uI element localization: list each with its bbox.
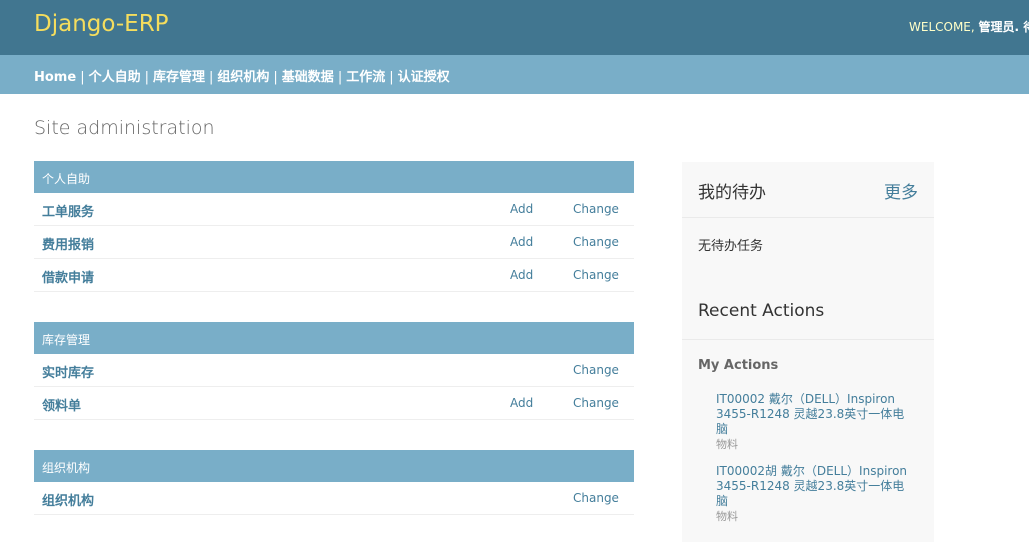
- action-content-type: 物料: [716, 510, 738, 523]
- change-link[interactable]: Change: [573, 363, 619, 377]
- breadcrumb-nav: Home | 个人自助 | 库存管理 | 组织机构 | 基础数据 | 工作流 | 认证授权: [0, 55, 1029, 94]
- page-title: Site administration: [34, 117, 215, 139]
- todo-title: 我的待办: [698, 183, 766, 203]
- action-content-type: 物料: [716, 438, 738, 451]
- nav-basic-data[interactable]: 基础数据: [282, 70, 334, 85]
- add-link[interactable]: Add: [510, 396, 533, 410]
- nav-separator: |: [273, 70, 278, 85]
- nav-organization[interactable]: 组织机构: [217, 70, 269, 85]
- module-organization: 组织机构 组织机构 Change: [34, 450, 634, 515]
- change-link[interactable]: Change: [573, 202, 619, 216]
- list-item: IT00002 戴尔（DELL）Inspiron 3455-R1248 灵越23…: [716, 392, 916, 452]
- todo-header: 我的待办 更多: [682, 162, 934, 218]
- model-link[interactable]: 领料单: [42, 395, 81, 414]
- module-personal: 个人自助 工单服务 Add Change 费用报销 Add Change 借款申…: [34, 161, 634, 292]
- list-item: IT00002胡 戴尔（DELL）Inspiron 3455-R1248 灵越2…: [716, 464, 916, 524]
- add-link[interactable]: Add: [510, 268, 533, 282]
- module-caption[interactable]: 个人自助: [34, 161, 634, 193]
- module-caption[interactable]: 库存管理: [34, 322, 634, 354]
- todo-empty-text: 无待办任务: [698, 239, 764, 254]
- action-link-line[interactable]: 3455-R1248 灵越23.8英寸一体电: [716, 407, 916, 422]
- nav-separator: |: [209, 70, 214, 85]
- recent-actions-title: Recent Actions: [698, 301, 825, 321]
- add-link[interactable]: Add: [510, 202, 533, 216]
- action-link-line[interactable]: IT00002 戴尔（DELL）Inspiron: [716, 392, 916, 407]
- nav-home[interactable]: Home: [34, 70, 76, 85]
- nav-separator: |: [80, 70, 85, 85]
- table-row: 借款申请 Add Change: [34, 259, 634, 292]
- nav-workflow[interactable]: 工作流: [346, 70, 385, 85]
- welcome-text: WELCOME,: [909, 20, 975, 34]
- nav-separator: |: [144, 70, 149, 85]
- module-inventory: 库存管理 实时库存 Change 领料单 Add Change: [34, 322, 634, 420]
- module-caption[interactable]: 组织机构: [34, 450, 634, 482]
- table-row: 费用报销 Add Change: [34, 226, 634, 259]
- nav-separator: |: [389, 70, 394, 85]
- user-tools: WELCOME, 管理员. 待: [909, 18, 1029, 35]
- table-row: 领料单 Add Change: [34, 387, 634, 420]
- site-brand[interactable]: Django-ERP: [34, 11, 169, 37]
- change-link[interactable]: Change: [573, 268, 619, 282]
- action-link-line[interactable]: 3455-R1248 灵越23.8英寸一体电: [716, 479, 916, 494]
- table-row: 组织机构 Change: [34, 482, 634, 515]
- username: 管理员. 待: [978, 20, 1029, 34]
- add-link[interactable]: Add: [510, 235, 533, 249]
- action-link-line[interactable]: 脑: [716, 494, 916, 509]
- table-row: 工单服务 Add Change: [34, 193, 634, 226]
- nav-separator: |: [337, 70, 343, 85]
- table-row: 实时库存 Change: [34, 354, 634, 387]
- todo-more-link[interactable]: 更多: [884, 178, 918, 203]
- change-link[interactable]: Change: [573, 396, 619, 410]
- nav-auth[interactable]: 认证授权: [398, 70, 450, 85]
- model-link[interactable]: 工单服务: [42, 201, 94, 220]
- model-link[interactable]: 实时库存: [42, 362, 94, 381]
- model-link[interactable]: 借款申请: [42, 267, 94, 286]
- change-link[interactable]: Change: [573, 491, 619, 505]
- action-link-line[interactable]: 脑: [716, 422, 916, 437]
- action-link-line[interactable]: IT00002胡 戴尔（DELL）Inspiron: [716, 464, 916, 479]
- nav-inventory[interactable]: 库存管理: [153, 70, 205, 85]
- my-actions-heading: My Actions: [698, 358, 779, 373]
- model-link[interactable]: 费用报销: [42, 234, 94, 253]
- model-link[interactable]: 组织机构: [42, 490, 94, 509]
- change-link[interactable]: Change: [573, 235, 619, 249]
- header: Django-ERP WELCOME, 管理员. 待: [0, 0, 1029, 55]
- recent-actions-header: Recent Actions: [682, 290, 934, 340]
- nav-personal[interactable]: 个人自助: [89, 70, 141, 85]
